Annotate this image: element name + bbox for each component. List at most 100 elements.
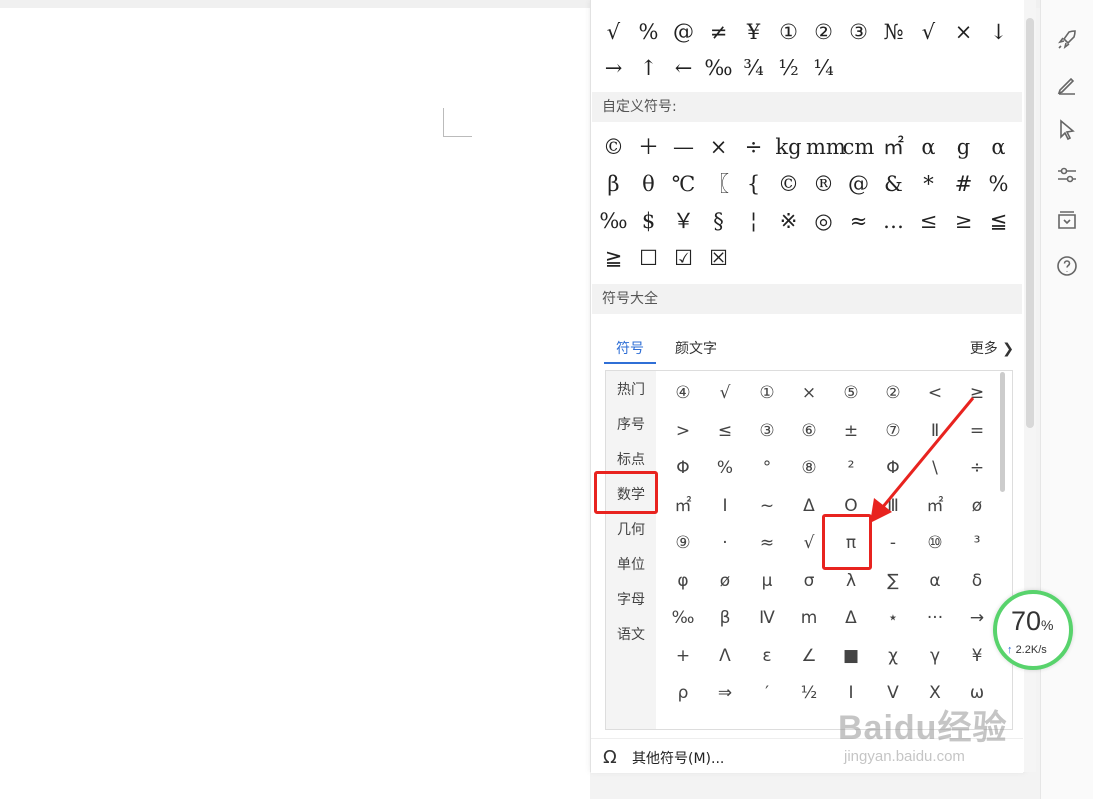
category-item[interactable]: 单位 (606, 554, 656, 574)
math-symbol-cell[interactable]: ··· (914, 600, 956, 636)
symbol-cell[interactable]: ① (771, 14, 806, 50)
custom-symbol-cell[interactable]: α (911, 129, 946, 165)
math-symbol-cell[interactable]: ⑥ (788, 413, 830, 449)
custom-symbol-cell[interactable]: ＋ (631, 129, 666, 165)
math-symbol-cell[interactable]: ∠ (788, 638, 830, 674)
math-symbol-cell[interactable]: ① (746, 375, 788, 411)
math-symbol-cell[interactable]: ■ (830, 638, 872, 674)
symbol-cell[interactable]: ↓ (981, 14, 1016, 50)
custom-symbol-cell[interactable]: & (876, 166, 911, 202)
symbol-cell[interactable]: √ (911, 14, 946, 50)
symbol-cell[interactable]: × (946, 14, 981, 50)
math-symbol-cell[interactable]: φ (662, 563, 704, 599)
custom-symbol-cell[interactable]: ㎡ (876, 129, 911, 165)
custom-symbol-cell[interactable]: ≦ (981, 203, 1016, 239)
category-item[interactable]: 字母 (606, 589, 656, 609)
math-symbol-cell[interactable]: χ (872, 638, 914, 674)
custom-symbol-cell[interactable]: ☐ (631, 240, 666, 276)
math-symbol-cell[interactable]: Λ (704, 638, 746, 674)
math-symbol-cell[interactable]: Δ (830, 600, 872, 636)
custom-symbol-cell[interactable]: ≧ (596, 240, 631, 276)
custom-symbol-cell[interactable]: ÷ (736, 129, 771, 165)
symbol-cell[interactable]: ② (806, 14, 841, 50)
symbol-cell[interactable]: ¥ (736, 14, 771, 50)
custom-symbol-cell[interactable]: % (981, 166, 1016, 202)
tab-symbols[interactable]: 符号 (616, 338, 644, 358)
custom-symbol-cell[interactable]: ℃ (666, 166, 701, 202)
symbol-cell[interactable]: ← (666, 50, 701, 86)
category-item[interactable]: 热门 (606, 379, 656, 399)
math-symbol-cell[interactable]: m (788, 600, 830, 636)
math-symbol-cell[interactable]: ≈ (746, 525, 788, 561)
math-symbol-cell[interactable]: ⑨ (662, 525, 704, 561)
custom-symbol-cell[interactable]: § (701, 203, 736, 239)
archive-icon[interactable] (1055, 208, 1079, 232)
panel-scroll-thumb[interactable] (1026, 18, 1034, 428)
more-link[interactable]: 更多 ❯ (970, 338, 1014, 358)
category-item[interactable]: 语文 (606, 624, 656, 644)
symbol-cell[interactable]: ½ (771, 50, 806, 86)
math-symbol-cell[interactable]: ∑ (872, 563, 914, 599)
math-symbol-cell[interactable]: ③ (746, 413, 788, 449)
custom-symbol-cell[interactable]: ® (806, 166, 841, 202)
math-symbol-cell[interactable]: × (788, 375, 830, 411)
custom-symbol-cell[interactable]: ¦ (736, 203, 771, 239)
math-symbol-cell[interactable]: μ (746, 563, 788, 599)
symbol-cell[interactable]: ③ (841, 14, 876, 50)
math-symbol-cell[interactable]: ⋆ (872, 600, 914, 636)
math-symbol-cell[interactable]: Φ (662, 450, 704, 486)
document-canvas[interactable] (0, 8, 590, 799)
math-symbol-cell[interactable]: ⑧ (788, 450, 830, 486)
math-symbol-cell[interactable]: β (704, 600, 746, 636)
math-symbol-cell[interactable]: ø (704, 563, 746, 599)
math-symbol-cell[interactable]: - (872, 525, 914, 561)
custom-symbol-cell[interactable]: ≈ (841, 203, 876, 239)
custom-symbol-cell[interactable]: — (666, 129, 701, 165)
math-symbol-cell[interactable]: ½ (788, 675, 830, 711)
browser-scrollbar[interactable] (1000, 372, 1005, 492)
custom-symbol-cell[interactable]: © (596, 129, 631, 165)
symbol-cell[interactable]: № (876, 14, 911, 50)
category-item[interactable]: 几何 (606, 519, 656, 539)
custom-symbol-cell[interactable]: © (771, 166, 806, 202)
custom-symbol-cell[interactable]: * (911, 166, 946, 202)
math-symbol-cell[interactable]: ρ (662, 675, 704, 711)
custom-symbol-cell[interactable]: { (736, 166, 771, 202)
custom-symbol-cell[interactable]: ※ (771, 203, 806, 239)
symbol-cell[interactable]: ↑ (631, 50, 666, 86)
rocket-icon[interactable] (1055, 28, 1079, 52)
help-icon[interactable] (1055, 254, 1079, 278)
symbol-cell[interactable]: ‰ (701, 50, 736, 86)
custom-symbol-cell[interactable]: cm (841, 129, 876, 165)
tab-kaomoji[interactable]: 颜文字 (675, 338, 717, 358)
custom-symbol-cell[interactable]: β (596, 166, 631, 202)
math-symbol-cell[interactable]: ~ (746, 488, 788, 524)
custom-symbol-cell[interactable]: # (946, 166, 981, 202)
symbol-cell[interactable]: √ (596, 14, 631, 50)
custom-symbol-cell[interactable]: ￥ (666, 203, 701, 239)
math-symbol-cell[interactable]: Ⅳ (746, 600, 788, 636)
math-symbol-cell[interactable]: → (956, 600, 998, 636)
math-symbol-cell[interactable]: Ⅰ (704, 488, 746, 524)
custom-symbol-cell[interactable]: mm (806, 129, 846, 165)
math-symbol-cell[interactable]: ¥ (956, 638, 998, 674)
math-symbol-cell[interactable]: ≤ (704, 413, 746, 449)
custom-symbol-cell[interactable]: ◎ (806, 203, 841, 239)
custom-symbol-cell[interactable]: ≥ (946, 203, 981, 239)
symbol-cell[interactable]: ¾ (736, 50, 771, 86)
network-speed-widget[interactable]: 70% ↑ 2.2K/s (993, 590, 1073, 670)
custom-symbol-cell[interactable]: $ (631, 203, 666, 239)
math-symbol-cell[interactable]: ⑩ (914, 525, 956, 561)
math-symbol-cell[interactable]: + (662, 638, 704, 674)
math-symbol-cell[interactable]: % (704, 450, 746, 486)
other-symbols-button[interactable]: 其他符号(M)... (632, 748, 724, 768)
category-item[interactable]: 序号 (606, 414, 656, 434)
custom-symbol-cell[interactable]: ☑ (666, 240, 701, 276)
math-symbol-cell[interactable]: > (662, 413, 704, 449)
math-symbol-cell[interactable]: ‰ (662, 600, 704, 636)
math-symbol-cell[interactable]: α (914, 563, 956, 599)
math-symbol-cell[interactable]: ㎡ (662, 488, 704, 524)
category-item[interactable]: 标点 (606, 449, 656, 469)
cursor-icon[interactable] (1055, 118, 1079, 142)
math-symbol-cell[interactable]: γ (914, 638, 956, 674)
